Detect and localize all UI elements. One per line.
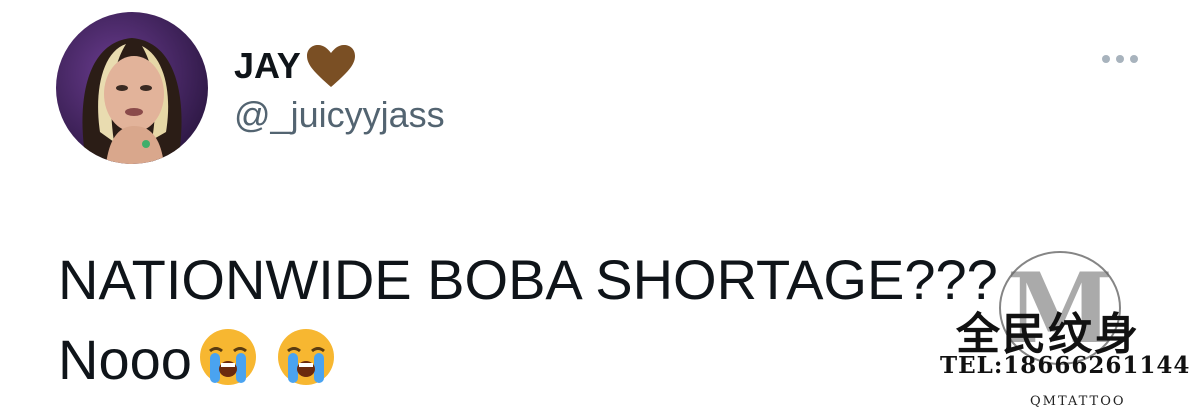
watermark: M 全民纹身 TEL:18666261144 QMTATTOO [936,246,1189,414]
author-name-row[interactable]: JAY [234,36,357,96]
watermark-tel: TEL:18666261144 [940,352,1191,379]
tweet-card: JAY @_juicyyjass NATIONWIDE BOBA SHORTAG… [0,0,1200,414]
more-horizontal-icon-dot [1130,55,1138,63]
more-horizontal-icon [1102,55,1110,63]
author-handle[interactable]: @_juicyyjass [234,94,445,136]
brown-heart-icon [305,43,357,89]
loudly-crying-face-icon [276,327,336,387]
more-horizontal-icon-dot [1116,55,1124,63]
avatar[interactable] [56,12,208,164]
loudly-crying-face-icon [198,327,258,387]
more-options-button[interactable] [1096,44,1144,74]
tweet-line-2-text: Nooo [58,328,192,391]
avatar-image [56,12,208,164]
watermark-sub: QMTATTOO [1030,394,1126,409]
display-name[interactable]: JAY [234,45,301,87]
